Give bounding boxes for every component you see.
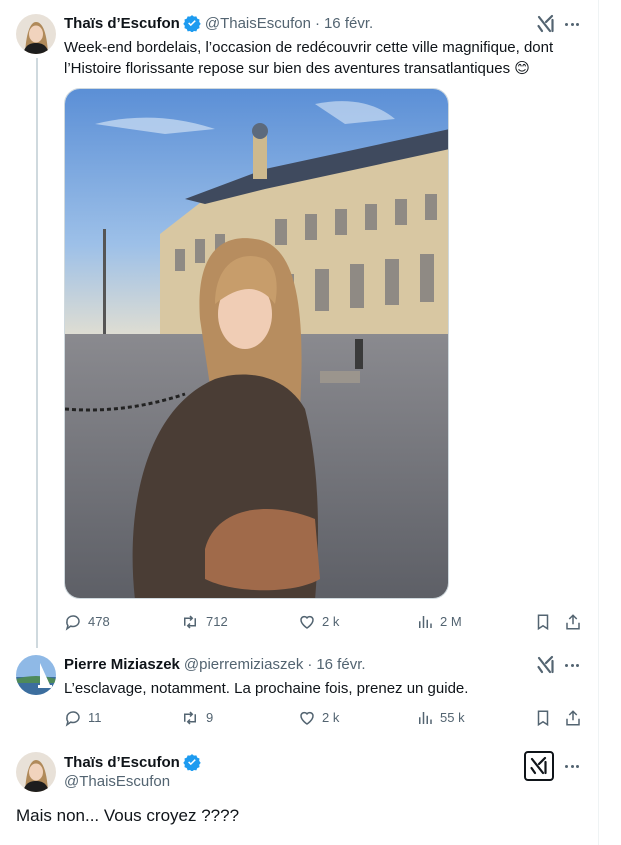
tweet-actions: 478 712 2 k 2 M bbox=[64, 613, 584, 633]
repost-button[interactable]: 712 bbox=[180, 613, 228, 631]
tweet-date[interactable]: 16 févr. bbox=[324, 15, 373, 32]
views-button[interactable]: 2 M bbox=[416, 613, 462, 631]
author-name[interactable]: Pierre Miziaszek bbox=[64, 656, 180, 673]
reply-date[interactable]: 16 févr. bbox=[316, 656, 365, 673]
author-name[interactable]: Thaïs d’Escufon bbox=[64, 754, 180, 771]
views-icon bbox=[419, 712, 432, 724]
views-icon bbox=[419, 616, 432, 628]
share-icon bbox=[566, 614, 580, 630]
reply-actions: 11 9 2 k 55 k bbox=[64, 709, 584, 729]
more-icon[interactable] bbox=[562, 756, 582, 776]
like-button[interactable]: 2 k bbox=[298, 709, 339, 727]
avatar[interactable] bbox=[16, 14, 56, 54]
reply-icon bbox=[65, 711, 80, 727]
reply-header: Pierre Miziaszek @pierremiziaszek · 16 f… bbox=[64, 656, 366, 673]
grok-icon[interactable] bbox=[536, 655, 556, 675]
repost-icon bbox=[184, 615, 196, 629]
column-border bbox=[598, 0, 599, 845]
tweet-header: Thaïs d’Escufon bbox=[64, 753, 201, 771]
tweet-text-line: Week-end bordelais, l’occasion de redéco… bbox=[64, 39, 554, 56]
focused-tweet-text: Mais non... Vous croyez ???? bbox=[16, 806, 240, 825]
reply-count: 478 bbox=[88, 614, 110, 629]
share-button[interactable] bbox=[564, 613, 588, 631]
reply-count: 11 bbox=[88, 710, 102, 725]
bookmark-icon bbox=[537, 710, 549, 727]
repost-count: 9 bbox=[206, 710, 214, 725]
avatar[interactable] bbox=[16, 752, 56, 792]
repost-count: 712 bbox=[206, 614, 228, 629]
tweet-photo[interactable] bbox=[64, 88, 449, 599]
tweet-text: Week-end bordelais, l’occasion de redéco… bbox=[64, 37, 553, 79]
author-handle[interactable]: @ThaisEscufon bbox=[205, 15, 311, 32]
reply-button[interactable]: 478 bbox=[64, 613, 110, 631]
grok-icon[interactable] bbox=[536, 14, 556, 34]
share-icon bbox=[566, 710, 580, 726]
separator: · bbox=[314, 14, 320, 32]
repost-icon bbox=[184, 711, 196, 725]
avatar[interactable] bbox=[16, 655, 56, 695]
grok-icon bbox=[530, 756, 547, 775]
like-count: 2 k bbox=[322, 614, 340, 629]
views-button[interactable]: 55 k bbox=[416, 709, 465, 727]
view-count: 2 M bbox=[440, 614, 462, 629]
author-handle[interactable]: @pierremiziaszek bbox=[184, 656, 303, 673]
view-count: 55 k bbox=[440, 710, 465, 725]
author-handle[interactable]: @ThaisEscufon bbox=[64, 773, 170, 790]
bookmark-button[interactable] bbox=[534, 613, 558, 631]
handle-row: @ThaisEscufon bbox=[64, 773, 170, 790]
repost-button[interactable]: 9 bbox=[180, 709, 213, 727]
like-icon bbox=[300, 615, 314, 629]
like-button[interactable]: 2 k bbox=[298, 613, 339, 631]
more-icon[interactable] bbox=[562, 14, 582, 34]
verified-badge-icon bbox=[183, 15, 201, 32]
share-button[interactable] bbox=[564, 709, 588, 727]
tweet-text-line: l’Histoire florissante repose sur bien d… bbox=[64, 60, 530, 77]
reply-icon bbox=[65, 615, 80, 631]
bookmark-button[interactable] bbox=[534, 709, 558, 727]
more-icon[interactable] bbox=[562, 655, 582, 675]
reply-button[interactable]: 11 bbox=[64, 709, 102, 727]
bookmark-icon bbox=[537, 614, 549, 631]
separator: · bbox=[307, 656, 313, 673]
tweet-header: Thaïs d’Escufon @ThaisEscufon · 16 févr. bbox=[64, 14, 373, 32]
thread-line bbox=[36, 58, 38, 648]
like-count: 2 k bbox=[322, 710, 340, 725]
verified-badge-icon bbox=[183, 754, 201, 771]
reply-text: L’esclavage, notamment. La prochaine foi… bbox=[64, 680, 469, 697]
grok-button[interactable] bbox=[524, 751, 554, 781]
author-name[interactable]: Thaïs d’Escufon bbox=[64, 15, 180, 32]
like-icon bbox=[300, 711, 314, 725]
